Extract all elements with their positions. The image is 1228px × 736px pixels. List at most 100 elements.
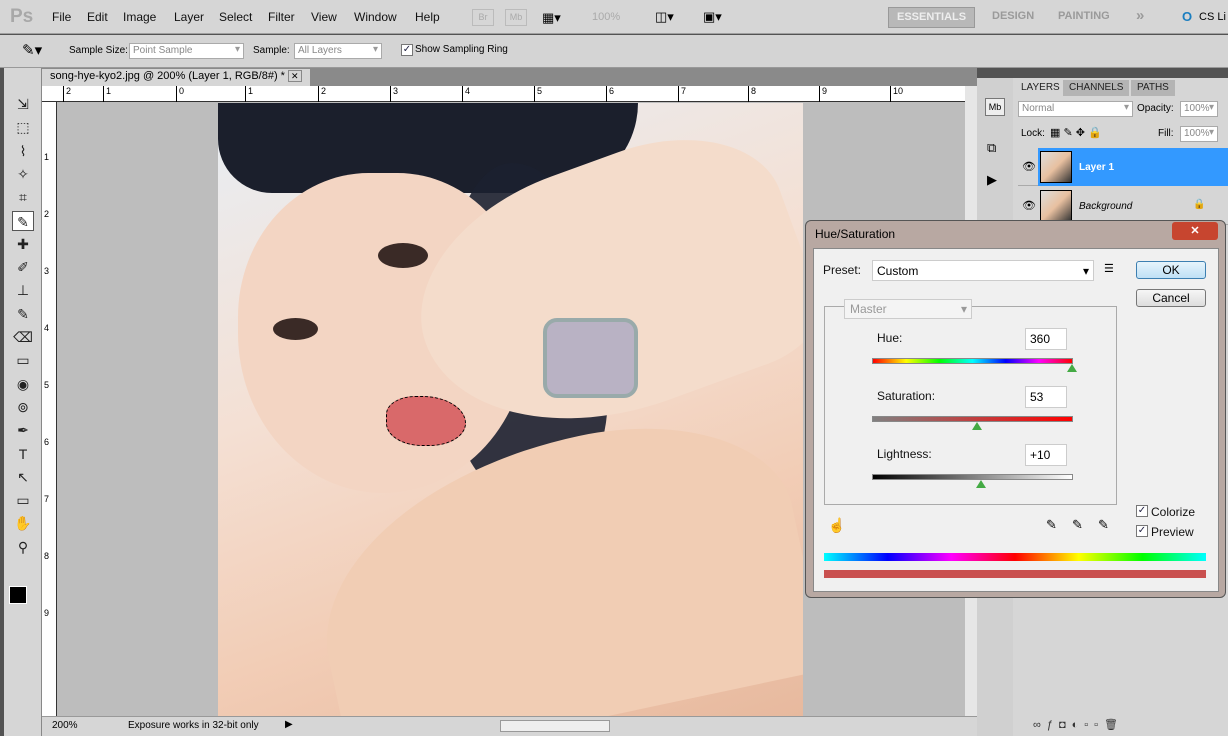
- lips-selection: [386, 396, 466, 446]
- hand-tool-icon[interactable]: ✋: [12, 513, 34, 533]
- preset-options-icon[interactable]: ☰: [1104, 262, 1114, 275]
- quick-selection-tool-icon[interactable]: ✧: [12, 164, 34, 184]
- marquee-tool-icon[interactable]: ⬚: [12, 117, 34, 137]
- zoom-level-select[interactable]: 100%: [592, 11, 620, 23]
- channel-select[interactable]: Master ▾: [844, 299, 972, 319]
- healing-tool-icon[interactable]: ✚: [12, 234, 34, 254]
- lightness-field[interactable]: +10: [1025, 444, 1067, 466]
- lightness-slider-thumb[interactable]: [976, 480, 986, 488]
- history-panel-icon[interactable]: ⧉: [987, 140, 996, 156]
- hue-slider-thumb[interactable]: [1067, 364, 1077, 372]
- sample-size-select[interactable]: Point Sample: [129, 43, 244, 59]
- ruler-tick-label: 1: [103, 86, 111, 102]
- tab-paths[interactable]: PATHS: [1131, 80, 1175, 96]
- cancel-button[interactable]: Cancel: [1136, 289, 1206, 307]
- more-workspaces-button[interactable]: »: [1128, 4, 1152, 25]
- zoom-field[interactable]: 200%: [52, 720, 78, 731]
- colorize-checkbox[interactable]: ✓: [1136, 505, 1148, 517]
- layer-footer-icons[interactable]: ∞ƒ◘◐▫▫🗑: [1033, 718, 1124, 731]
- menu-help[interactable]: Help: [415, 10, 440, 24]
- document-image[interactable]: [218, 103, 803, 716]
- blend-mode-select[interactable]: Normal: [1018, 101, 1133, 117]
- foreground-color-swatch[interactable]: [9, 586, 27, 604]
- ruler-tick-label: 9: [819, 86, 827, 102]
- eraser-tool-icon[interactable]: ⌫: [12, 327, 34, 347]
- eye: [378, 243, 428, 268]
- close-button[interactable]: ✕: [1172, 222, 1218, 240]
- dodge-tool-icon[interactable]: ⊚: [12, 397, 34, 417]
- workspace-design[interactable]: DESIGN: [984, 7, 1042, 28]
- brush-tool-icon[interactable]: ✐: [12, 257, 34, 277]
- gradient-tool-icon[interactable]: ▭: [12, 350, 34, 370]
- menu-file[interactable]: File: [52, 10, 71, 24]
- eyedropper-icon[interactable]: ✎: [1046, 517, 1057, 533]
- sample-select[interactable]: All Layers: [294, 43, 382, 59]
- menu-image[interactable]: Image: [123, 10, 156, 24]
- ruler-tick-label: 7: [44, 494, 50, 504]
- bridge-button[interactable]: Br: [472, 9, 494, 26]
- workspace-essentials[interactable]: ESSENTIALS: [888, 7, 976, 28]
- ruler-tick-label: 5: [534, 86, 542, 102]
- fill-field[interactable]: 100%: [1180, 126, 1218, 142]
- screen-mode-icon[interactable]: ▣▾: [703, 9, 722, 25]
- menu-filter[interactable]: Filter: [268, 10, 295, 24]
- preset-select[interactable]: Custom ▾: [872, 260, 1094, 281]
- menu-edit[interactable]: Edit: [87, 10, 108, 24]
- horizontal-scrollbar-thumb[interactable]: [500, 720, 610, 732]
- tab-channels[interactable]: CHANNELS: [1063, 80, 1130, 96]
- saturation-field[interactable]: 53: [1025, 386, 1067, 408]
- hue-slider[interactable]: [872, 358, 1073, 364]
- layer-name[interactable]: Layer 1: [1079, 162, 1114, 173]
- lock-icons[interactable]: ▦ ✎ ✥ 🔒: [1050, 126, 1102, 139]
- blur-tool-icon[interactable]: ◉: [12, 374, 34, 394]
- eye-icon[interactable]: 👁: [1022, 160, 1036, 173]
- layer-name[interactable]: Background: [1079, 201, 1132, 212]
- eyedropper-preset-icon[interactable]: ✎▾: [22, 41, 42, 59]
- close-tab-icon[interactable]: ✕: [288, 70, 302, 82]
- pen-tool-icon[interactable]: ✒: [12, 420, 34, 440]
- lock-icon: 🔒: [1193, 199, 1206, 210]
- cs-live-label[interactable]: CS Li: [1199, 11, 1226, 23]
- arrange-documents-icon[interactable]: ◫▾: [655, 9, 674, 25]
- clone-stamp-tool-icon[interactable]: ⊥: [12, 280, 34, 300]
- eyedropper-tool-icon[interactable]: ✎: [12, 210, 34, 231]
- status-menu-arrow-icon[interactable]: ▶: [285, 719, 293, 730]
- show-sampling-ring-checkbox[interactable]: ✓: [401, 44, 413, 56]
- ruler-tick-label: 0: [176, 86, 184, 102]
- mini-bridge-button[interactable]: Mb: [505, 9, 527, 26]
- lightness-slider[interactable]: [872, 474, 1073, 480]
- document-tab[interactable]: song-hye-kyo2.jpg @ 200% (Layer 1, RGB/8…: [42, 69, 310, 86]
- history-brush-tool-icon[interactable]: ✎: [12, 304, 34, 324]
- eyedropper-minus-icon[interactable]: ✎: [1098, 517, 1109, 533]
- eyedropper-plus-icon[interactable]: ✎: [1072, 517, 1083, 533]
- targeted-adjustment-hand-icon[interactable]: ☝: [828, 517, 845, 534]
- move-tool-icon[interactable]: ⇲: [12, 94, 34, 114]
- layer-row[interactable]: 👁 Layer 1: [1018, 148, 1228, 186]
- ruler-tick-label: 4: [44, 323, 50, 333]
- ok-button[interactable]: OK: [1136, 261, 1206, 279]
- workspace-painting[interactable]: PAINTING: [1050, 7, 1118, 28]
- actions-panel-icon[interactable]: ▶: [987, 172, 997, 188]
- type-tool-icon[interactable]: T: [12, 444, 34, 464]
- path-selection-tool-icon[interactable]: ↖: [12, 467, 34, 487]
- menu-select[interactable]: Select: [219, 10, 252, 24]
- menu-layer[interactable]: Layer: [174, 10, 204, 24]
- mini-bridge-panel-icon[interactable]: Mb: [985, 98, 1005, 116]
- eye-icon[interactable]: 👁: [1022, 199, 1036, 212]
- fill-label: Fill:: [1158, 128, 1174, 139]
- preview-checkbox[interactable]: ✓: [1136, 525, 1148, 537]
- zoom-tool-icon[interactable]: ⚲: [12, 537, 34, 557]
- lasso-tool-icon[interactable]: ⌇: [12, 141, 34, 161]
- opacity-field[interactable]: 100%: [1180, 101, 1218, 117]
- menu-view[interactable]: View: [311, 10, 337, 24]
- saturation-slider-thumb[interactable]: [972, 422, 982, 430]
- menu-window[interactable]: Window: [354, 10, 397, 24]
- view-extras-icon[interactable]: ▦▾: [542, 10, 561, 26]
- cs-live-icon[interactable]: O: [1182, 9, 1192, 24]
- hue-field[interactable]: 360: [1025, 328, 1067, 350]
- hue-saturation-dialog: Hue/Saturation ✕ Preset: Custom ▾ ☰ OK Ca…: [805, 220, 1226, 598]
- tab-layers[interactable]: LAYERS: [1015, 80, 1066, 96]
- shape-tool-icon[interactable]: ▭: [12, 490, 34, 510]
- crop-tool-icon[interactable]: ⌗: [12, 187, 34, 207]
- ruler-tick-label: 7: [678, 86, 686, 102]
